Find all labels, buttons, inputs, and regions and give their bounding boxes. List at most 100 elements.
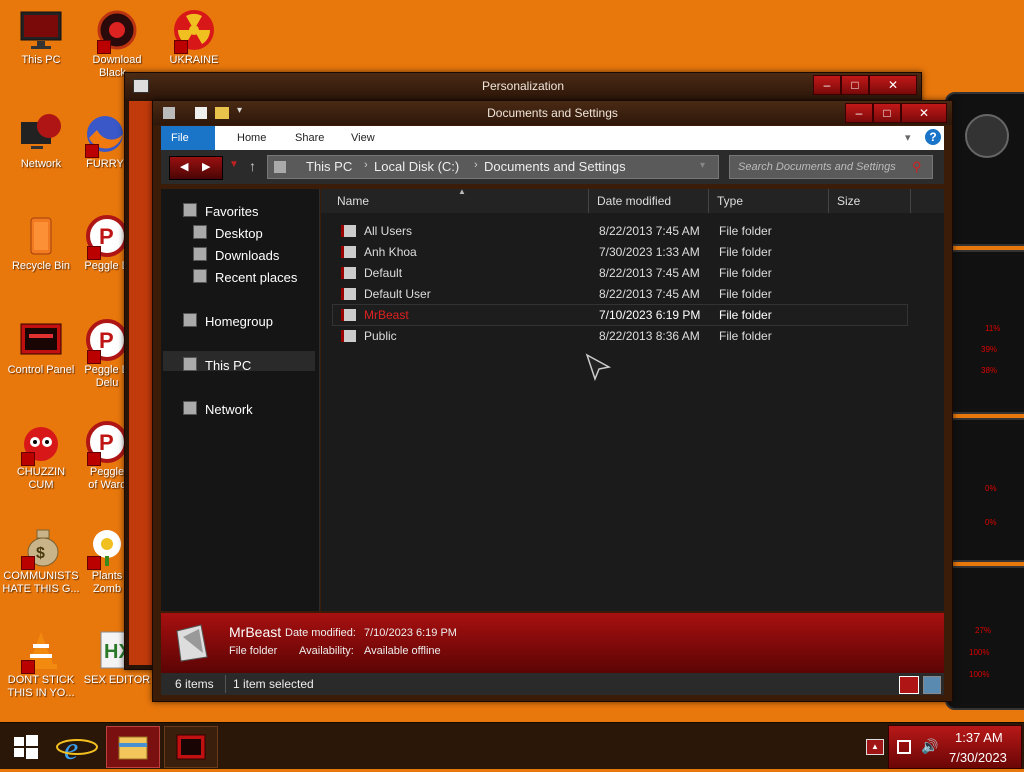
desktop-icon-label: Control Panel	[7, 364, 75, 376]
clock-time[interactable]: 1:37 AM	[955, 730, 1003, 745]
tab-view[interactable]: View	[341, 126, 385, 150]
breadcrumb-documents-and-settings[interactable]: Documents and Settings	[484, 159, 626, 174]
nav-this-pc[interactable]: This PC	[183, 357, 251, 373]
desktop-icon-download-black[interactable]: Download Black...	[76, 8, 158, 80]
explorer-titlebar[interactable]: ▾ Documents and Settings – □ ✕	[153, 101, 952, 125]
desktop-icon-recycle-bin[interactable]: Recycle Bin	[0, 214, 82, 273]
table-row[interactable]: Public 8/22/2013 8:36 AM File folder	[333, 326, 907, 346]
minimize-button[interactable]: –	[813, 75, 841, 95]
desktop-icon-control-panel[interactable]: Control Panel	[0, 318, 82, 377]
tab-share[interactable]: Share	[285, 126, 334, 150]
search-icon[interactable]: ⚲	[912, 159, 922, 175]
row-type: File folder	[719, 329, 772, 343]
table-row[interactable]: Anh Khoa 7/30/2023 1:33 AM File folder	[333, 242, 907, 262]
control-panel-icon	[19, 318, 63, 362]
details-type: File folder	[229, 645, 278, 657]
column-header-type[interactable]: Type	[709, 189, 829, 213]
peggle-icon: P	[85, 214, 129, 260]
large-icons-view-icon[interactable]	[923, 676, 941, 694]
row-name-text: All Users	[364, 224, 413, 238]
network-tray-icon[interactable]	[897, 740, 911, 754]
forward-arrow-icon[interactable]: ▶	[202, 160, 210, 173]
gadget-percent: 27%	[975, 626, 992, 635]
shortcut-badge-icon	[87, 452, 101, 466]
search-box[interactable]: Search Documents and Settings ⚲	[729, 155, 933, 179]
folder-icon	[341, 309, 356, 321]
back-forward-buttons[interactable]: ◀ ▶	[169, 156, 223, 180]
column-header-row: Name Date modified Type Size ▲	[321, 187, 944, 213]
shortcut-badge-icon	[21, 556, 35, 570]
up-arrow-icon[interactable]: ↑	[249, 158, 256, 174]
row-date: 7/10/2023 6:19 PM	[599, 308, 701, 322]
desktop-icon-ukraine[interactable]: UKRAINE	[153, 8, 235, 67]
tab-file[interactable]: File	[161, 126, 215, 150]
this-pc-icon	[183, 357, 197, 371]
gadget-cpu-panel: 11% 39% 38%	[945, 250, 1024, 414]
desktop-icon-dont-stick[interactable]: DONT STICK THIS IN YO...	[0, 628, 82, 700]
maximize-button[interactable]: □	[841, 75, 869, 95]
row-date: 7/30/2023 1:33 AM	[599, 245, 700, 259]
column-header-date-modified[interactable]: Date modified	[589, 189, 709, 213]
row-name: Anh Khoa	[341, 245, 417, 259]
show-hidden-icons-button[interactable]: ▲	[866, 739, 884, 755]
row-name-text: Default User	[364, 287, 431, 301]
nav-recent-places[interactable]: Recent places	[193, 269, 297, 285]
breadcrumb-local-disk[interactable]: Local Disk (C:)	[374, 159, 459, 174]
gadget-percent: 100%	[969, 648, 990, 657]
desktop-icon-chuzzin[interactable]: CHUZZIN CUM	[0, 420, 82, 492]
help-icon[interactable]: ?	[925, 129, 941, 145]
taskbar-control-panel[interactable]	[164, 726, 218, 768]
address-bar[interactable]: This PC › Local Disk (C:) › Documents an…	[267, 155, 719, 179]
search-input[interactable]: Search Documents and Settings	[738, 161, 896, 173]
address-dropdown-icon[interactable]: ▾	[700, 160, 705, 171]
desktop-icon-label: Recycle Bin	[11, 260, 71, 272]
recent-places-icon	[193, 269, 207, 283]
nav-favorites[interactable]: Favorites	[183, 203, 258, 219]
maximize-button[interactable]: □	[873, 103, 901, 123]
row-name-text: Default	[364, 266, 403, 280]
details-date-label: Date modified:	[285, 627, 356, 639]
details-name: MrBeast	[229, 624, 282, 640]
svg-text:P: P	[99, 224, 114, 249]
nav-downloads[interactable]: Downloads	[193, 247, 279, 263]
row-type: File folder	[719, 287, 772, 301]
table-row[interactable]: Default User 8/22/2013 7:45 AM File fold…	[333, 284, 907, 304]
volume-icon[interactable]: 🔊	[921, 738, 938, 755]
status-selected-count: 1 item selected	[233, 677, 314, 691]
close-button[interactable]: ✕	[901, 103, 947, 123]
desktop-icon-communists[interactable]: $ COMMUNISTS HATE THIS G...	[0, 524, 82, 596]
back-arrow-icon[interactable]: ◀	[180, 160, 188, 173]
taskbar-internet-explorer[interactable]: e	[54, 727, 100, 766]
recent-locations-icon[interactable]: ▼	[229, 159, 239, 170]
close-button[interactable]: ✕	[869, 75, 917, 95]
nav-label: Network	[205, 402, 253, 417]
table-row-selected[interactable]: MrBeast 7/10/2023 6:19 PM File folder	[332, 304, 908, 326]
flower-icon	[85, 524, 129, 570]
nav-homegroup[interactable]: Homegroup	[183, 313, 273, 329]
taskbar-file-explorer[interactable]	[106, 726, 160, 768]
window-title: Documents and Settings	[487, 106, 618, 120]
personalization-titlebar[interactable]: Personalization – □ ✕	[125, 73, 921, 99]
breadcrumb-this-pc[interactable]: This PC	[306, 159, 352, 174]
clock-date[interactable]: 7/30/2023	[949, 750, 1007, 765]
nav-network[interactable]: Network	[183, 401, 253, 417]
minimize-button[interactable]: –	[845, 103, 873, 123]
expand-ribbon-icon[interactable]: ▾	[905, 131, 911, 144]
status-item-count: 6 items	[175, 677, 214, 691]
column-header-size[interactable]: Size	[829, 189, 911, 213]
nav-desktop[interactable]: Desktop	[193, 225, 263, 241]
details-view-icon[interactable]	[899, 676, 919, 694]
vlc-cone-icon	[19, 628, 63, 674]
explorer-window[interactable]: ▾ Documents and Settings – □ ✕ File Home…	[152, 100, 953, 702]
tab-home[interactable]: Home	[227, 126, 276, 150]
desktop-icon	[193, 225, 207, 239]
nav-label: This PC	[205, 358, 252, 373]
details-pane: MrBeast Date modified: 7/10/2023 6:19 PM…	[161, 613, 944, 673]
shortcut-badge-icon	[21, 660, 35, 674]
table-row[interactable]: Default 8/22/2013 7:45 AM File folder	[333, 263, 907, 283]
table-row[interactable]: All Users 8/22/2013 7:45 AM File folder	[333, 221, 907, 241]
control-panel-icon	[176, 734, 206, 760]
start-button[interactable]	[4, 729, 46, 763]
file-list: Name Date modified Type Size ▲ All Users…	[321, 187, 944, 611]
desktop-icon-this-pc[interactable]: This PC	[0, 8, 82, 67]
